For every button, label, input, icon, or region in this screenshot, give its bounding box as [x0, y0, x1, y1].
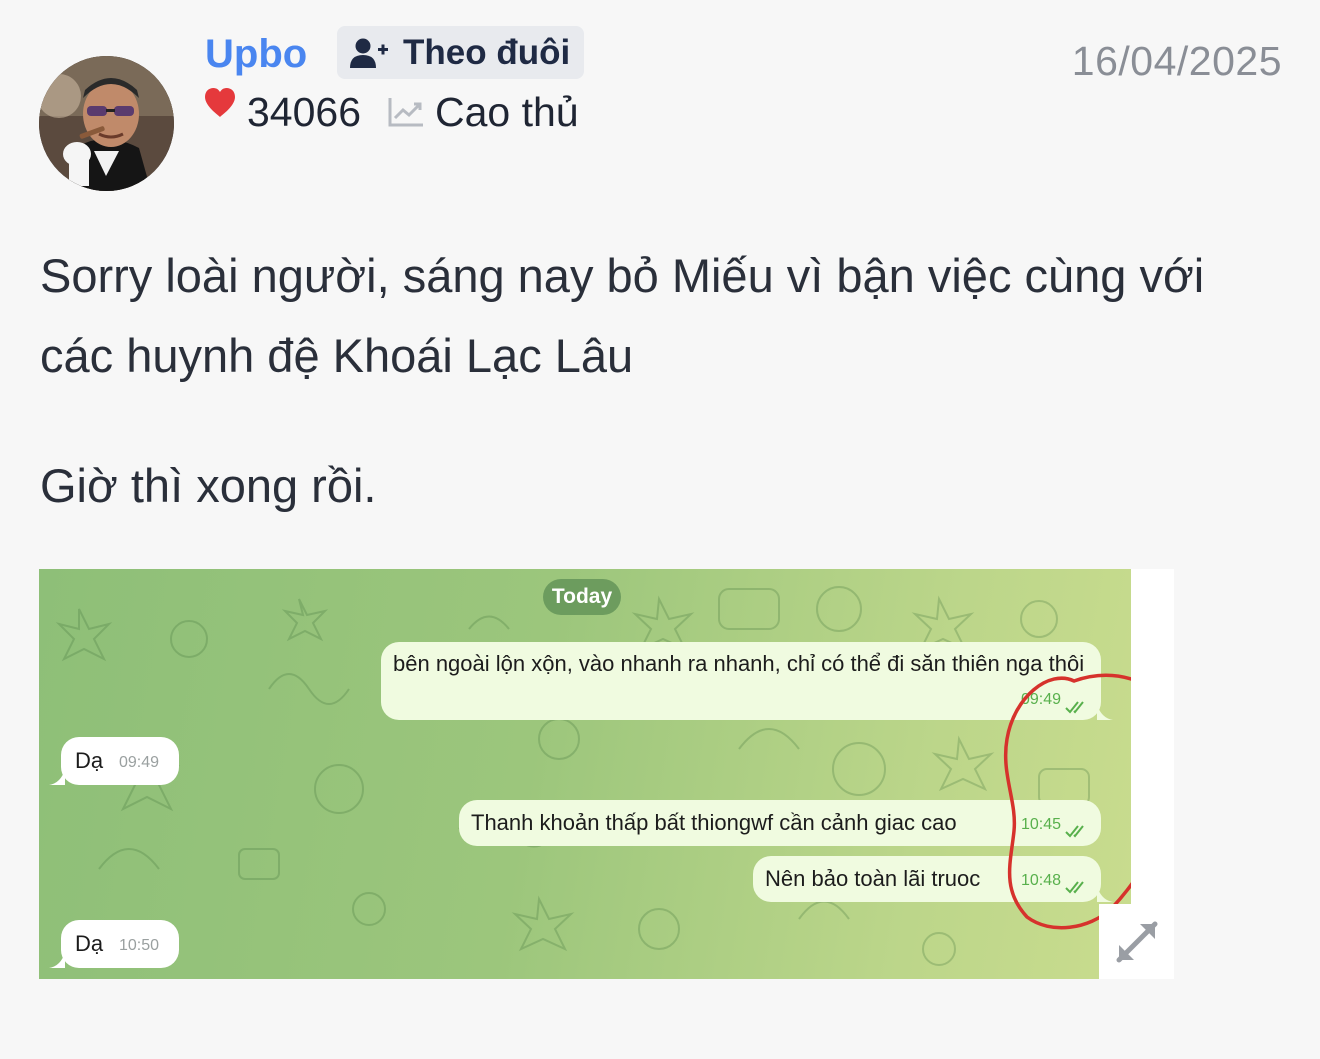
attached-chat-screenshot[interactable]: Today bên ngoài lộn xộn, vào nhanh ra nh…: [39, 569, 1174, 979]
avatar-photo: [39, 56, 174, 191]
doodle-pattern: [55, 586, 1090, 966]
author-score: 34066: [247, 88, 362, 135]
trend-chart-icon: [388, 98, 424, 127]
post-paragraph: Giờ thì xong rồi.: [40, 459, 377, 512]
author-rank: Cao thủ: [435, 88, 579, 135]
user-plus-icon: [350, 38, 388, 68]
double-check-icon: [1065, 825, 1084, 838]
message-time: 09:49: [119, 754, 160, 771]
message-text: Dạ: [75, 931, 104, 956]
message-time: 10:50: [119, 937, 160, 954]
post-date: 16/04/2025: [1071, 38, 1282, 84]
outgoing-message: Nên bảo toàn lãi truoc 10:48: [753, 856, 1101, 902]
bubble-tail: [49, 952, 65, 968]
message-text: Thanh khoản thấp bất thiongwf cần cảnh g…: [471, 810, 957, 835]
double-check-icon: [1065, 701, 1084, 714]
bubble-tail: [49, 769, 65, 785]
message-text: bên ngoài lộn xộn, vào nhanh ra nhanh, c…: [393, 651, 1085, 676]
chat-background: Today bên ngoài lộn xộn, vào nhanh ra nh…: [39, 569, 1131, 979]
user-avatar[interactable]: [39, 56, 174, 191]
outgoing-message: bên ngoài lộn xộn, vào nhanh ra nhanh, c…: [381, 642, 1101, 720]
message-text: Nên bảo toàn lãi truoc: [765, 866, 981, 891]
message-text: Dạ: [75, 748, 104, 773]
forum-post: Upbo Theo đuôi 16/04/2025 34066 Cao thủ …: [0, 0, 1320, 1059]
heart-icon: [205, 88, 235, 117]
outgoing-message: Thanh khoản thấp bất thiongwf cần cảnh g…: [459, 800, 1101, 846]
incoming-message: Dạ 09:49: [61, 737, 179, 785]
double-check-icon: [1065, 881, 1084, 894]
message-time: 09:49: [1020, 691, 1061, 708]
follow-label: Theo đuôi: [403, 32, 571, 72]
expand-icon: [1116, 921, 1157, 962]
post-content: Sorry loài người, sáng nay bỏ Miếu vì bậ…: [40, 236, 1290, 526]
bubble-tail: [1097, 886, 1113, 902]
post-paragraph: Sorry loài người, sáng nay bỏ Miếu vì bậ…: [40, 249, 1205, 382]
message-time: 10:48: [1020, 872, 1061, 889]
bubble-tail: [1097, 704, 1113, 720]
author-stats: 34066 Cao thủ: [203, 86, 579, 138]
expand-image-button[interactable]: [1099, 904, 1174, 979]
author-name[interactable]: Upbo: [205, 30, 307, 78]
follow-button[interactable]: Theo đuôi: [337, 26, 585, 79]
incoming-message: Dạ 10:50: [61, 920, 179, 968]
date-divider-pill: Today: [543, 579, 621, 615]
message-time: 10:45: [1020, 816, 1061, 833]
